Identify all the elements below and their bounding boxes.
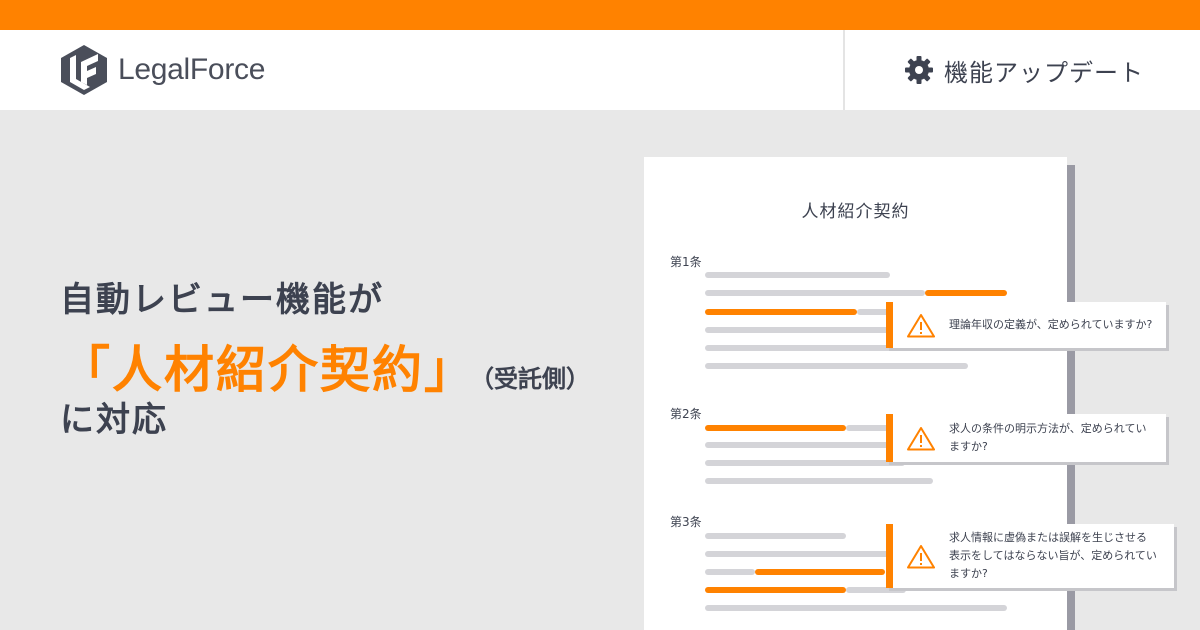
highlight-line — [705, 309, 857, 315]
headline-line-1: 自動レビュー機能が — [60, 280, 384, 320]
text-line — [705, 290, 925, 296]
review-callout[interactable]: 求人の条件の明示方法が、定められてい ますか? — [886, 414, 1166, 462]
headline-accent: 「人材紹介契約」 — [60, 341, 476, 399]
document-title: 人材紹介契約 — [801, 202, 910, 222]
logo-text: LegalForce — [118, 53, 266, 86]
highlight-line — [705, 425, 846, 431]
review-callout[interactable]: 求人情報に虚偽または誤解を生じさせる 表示をしてはならない旨が、定められてい ま… — [886, 524, 1174, 588]
text-line — [705, 605, 1007, 611]
text-line — [705, 363, 968, 369]
text-line — [705, 345, 905, 351]
header-divider — [843, 30, 845, 110]
text-line — [705, 551, 905, 557]
text-line — [705, 460, 905, 466]
callout-text: 求人の条件の明示方法が、定められてい ますか? — [949, 422, 1147, 453]
update-label-text: 機能アップデート — [944, 58, 1144, 87]
warning-icon — [907, 544, 935, 568]
top-accent-bar — [0, 0, 1200, 30]
text-line — [705, 478, 933, 484]
article-label: 第2条 — [670, 407, 702, 421]
header: LegalForce 機能アップデート — [0, 30, 1200, 110]
text-line — [705, 569, 755, 575]
highlight-line — [705, 587, 846, 593]
warning-icon — [907, 313, 935, 337]
review-callout[interactable]: 理論年収の定義が、定められていますか? — [886, 302, 1166, 348]
callout-text: 理論年収の定義が、定められていますか? — [949, 318, 1153, 331]
logo[interactable]: LegalForce — [60, 44, 265, 96]
highlight-line — [755, 569, 885, 575]
legalforce-logo-icon — [61, 45, 107, 95]
gear-icon — [905, 56, 933, 84]
article-label: 第3条 — [670, 515, 702, 529]
callout-text: 求人情報に虚偽または誤解を生じさせる 表示をしてはならない旨が、定められてい ま… — [949, 531, 1157, 580]
text-line — [705, 533, 846, 539]
headline-line-3: に対応 — [60, 400, 168, 440]
highlight-line — [925, 290, 1007, 296]
text-line — [705, 442, 905, 448]
text-line — [705, 272, 890, 278]
article-label: 第1条 — [670, 255, 702, 269]
feature-update-label: 機能アップデート — [904, 52, 1144, 88]
headline-sub: （受託側） — [482, 365, 590, 393]
text-line — [705, 327, 905, 333]
warning-icon — [907, 426, 935, 450]
